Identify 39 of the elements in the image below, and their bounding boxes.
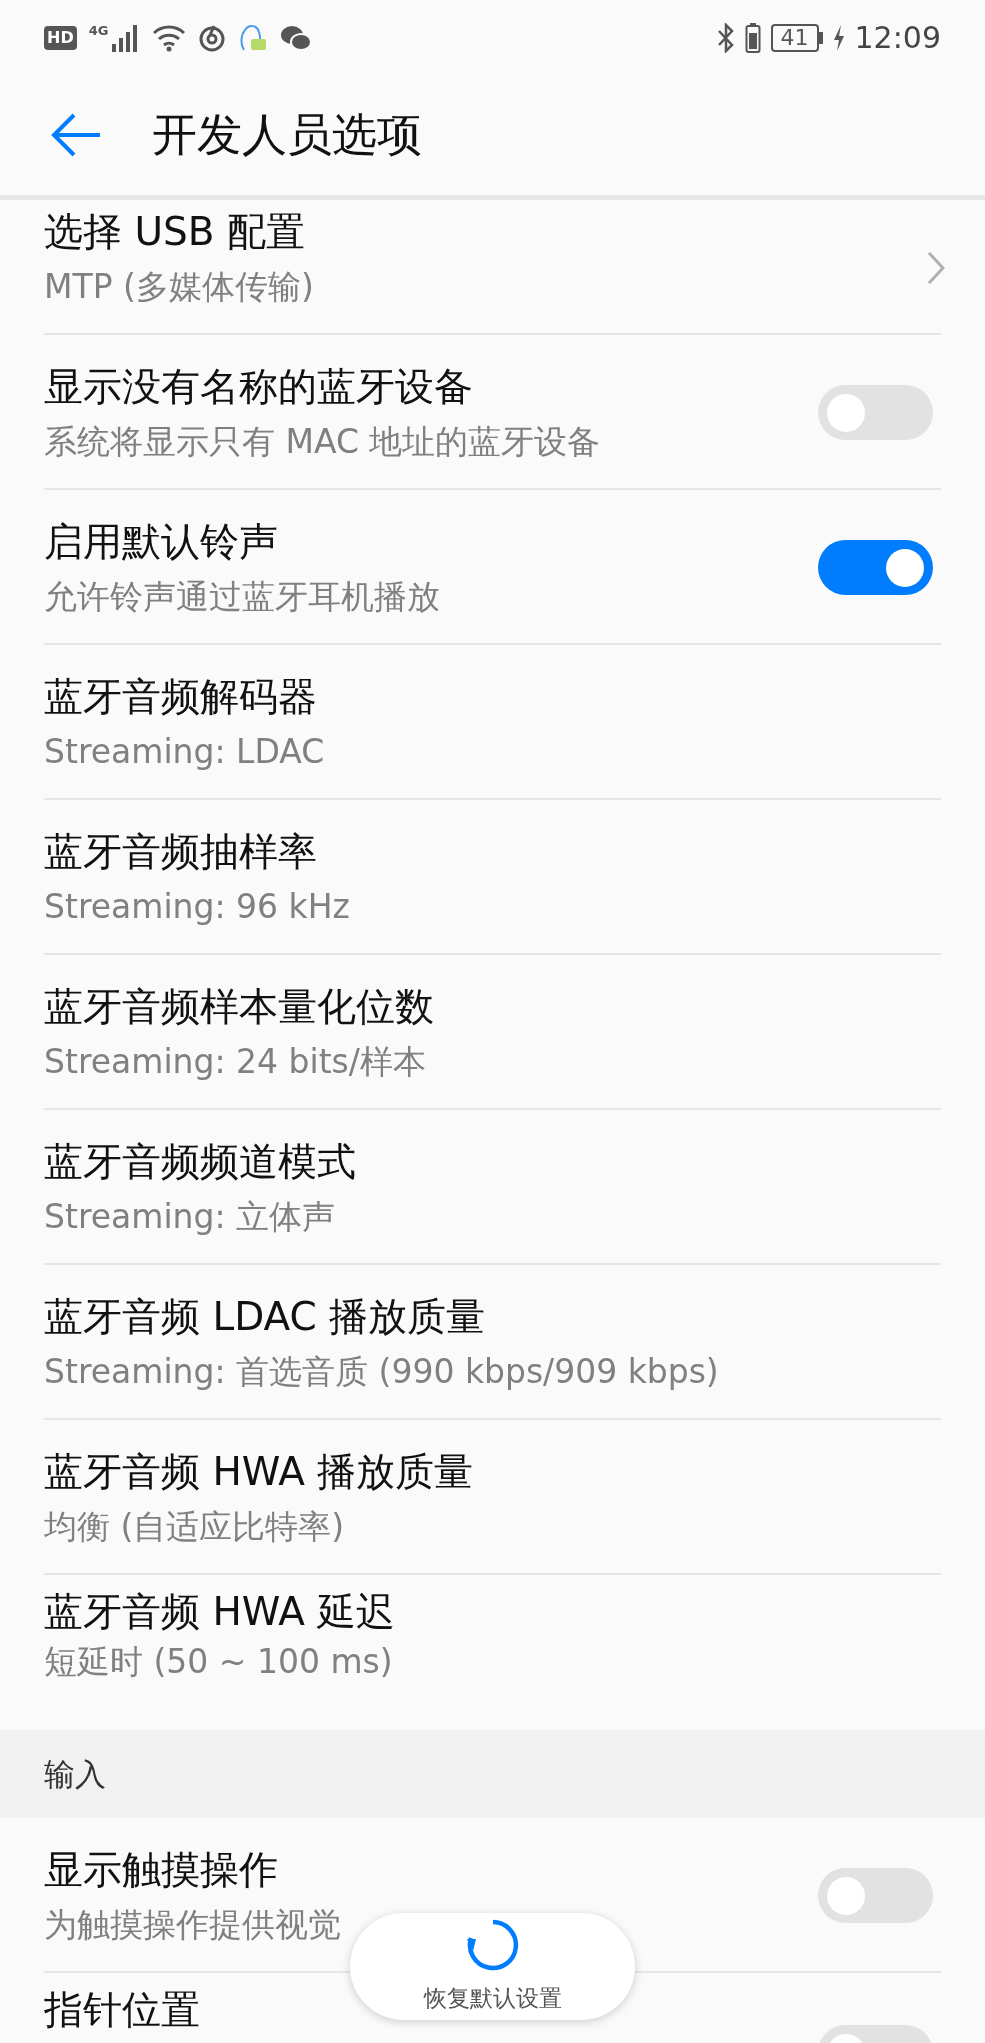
setting-description: Streaming: 24 bits/样本	[44, 1040, 426, 1083]
chevron-right-icon	[927, 250, 945, 285]
setting-description: MTP (多媒体传输)	[44, 265, 314, 308]
setting-description: Streaming: 首选音质 (990 kbps/909 kbps)	[44, 1350, 719, 1393]
phone-battery-icon	[744, 22, 761, 53]
setting-title: 蓝牙音频 HWA 延迟	[44, 1591, 396, 1633]
setting-description: 为触摸操作提供视觉	[44, 1903, 341, 1946]
messaging-app-icon	[280, 23, 313, 52]
setting-title: 选择 USB 配置	[44, 207, 305, 256]
setting-title: 蓝牙音频解码器	[44, 672, 317, 721]
setting-description: 短延时 (50 ~ 100 ms)	[44, 1641, 393, 1683]
setting-title: 显示触摸操作	[44, 1845, 278, 1894]
setting-title: 蓝牙音频 HWA 播放质量	[44, 1447, 474, 1496]
setting-title: 蓝牙音频频道模式	[44, 1137, 356, 1186]
setting-title: 启用默认铃声	[44, 517, 278, 566]
music-app-icon	[198, 23, 227, 52]
hd-badge: HD	[44, 25, 77, 50]
setting-title: 蓝牙音频抽样率	[44, 827, 317, 876]
bluetooth-icon	[716, 22, 735, 53]
setting-description: Streaming: 立体声	[44, 1195, 336, 1238]
setting-description: 系统将显示只有 MAC 地址的蓝牙设备	[44, 420, 601, 463]
section-header: 输入	[44, 1754, 106, 1794]
setting-title: 蓝牙音频 LDAC 播放质量	[44, 1292, 486, 1341]
wifi-icon	[152, 23, 187, 52]
network-type: 4G	[88, 23, 109, 37]
setting-description: 均衡 (自适应比特率)	[44, 1505, 345, 1548]
back-icon[interactable]	[50, 113, 102, 157]
clock: 12:09	[854, 19, 941, 57]
charging-icon	[832, 24, 845, 51]
page-title: 开发人员选项	[152, 107, 422, 164]
setting-description: Streaming: LDAC	[44, 730, 325, 773]
setting-description: 允许铃声通过蓝牙耳机播放	[44, 575, 440, 618]
setting-title: 指针位置	[44, 1989, 200, 2031]
battery-level: 41	[770, 23, 819, 52]
setting-title: 蓝牙音频样本量化位数	[44, 982, 434, 1031]
setting-description: Streaming: 96 kHz	[44, 885, 350, 928]
restore-defaults-button[interactable]: 恢复默认设置	[350, 1913, 635, 2020]
setting-title: 显示没有名称的蓝牙设备	[44, 362, 473, 411]
toggle-switch[interactable]	[818, 540, 933, 595]
